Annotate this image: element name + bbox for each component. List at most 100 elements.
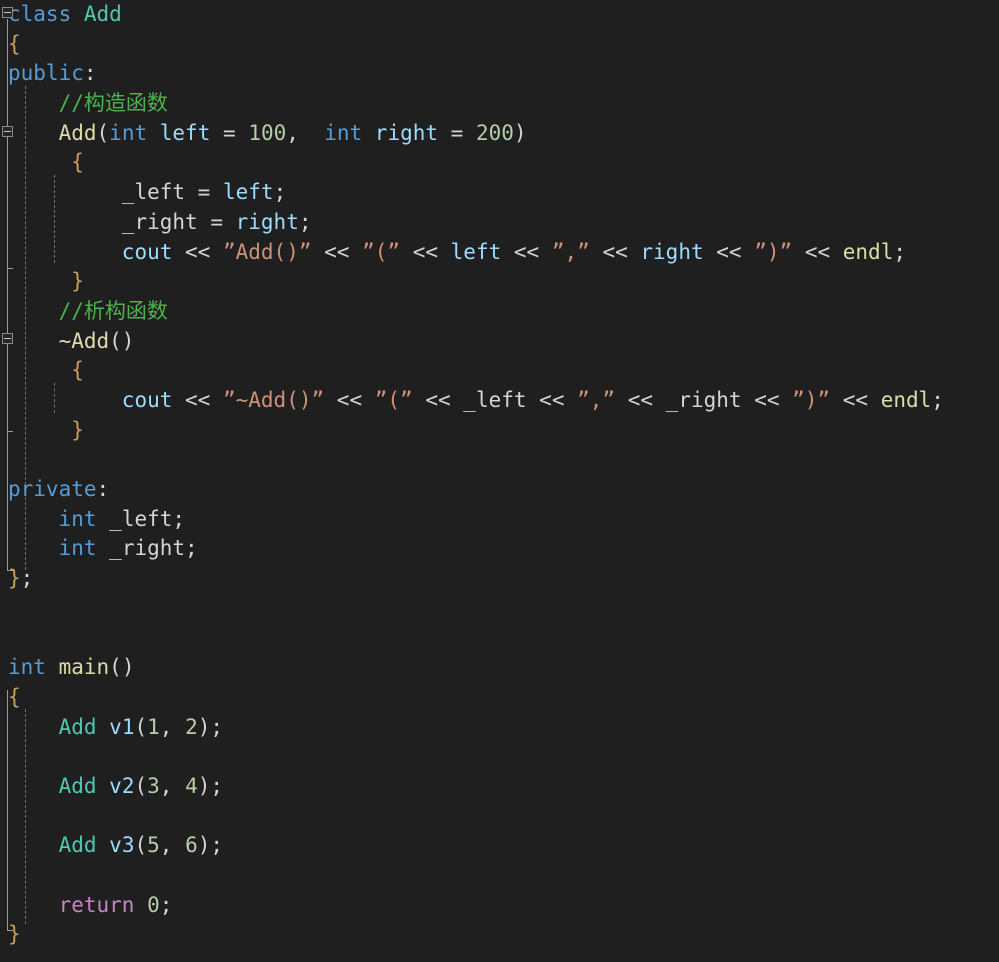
- semicolon-19: ;: [185, 536, 198, 561]
- arg-v1-0: 1: [147, 714, 160, 739]
- shift-op-c3: <<: [412, 239, 438, 264]
- semicolon-7: ;: [273, 180, 287, 205]
- semicolon-9: ;: [893, 239, 906, 264]
- string-comma-c: ”,”: [551, 239, 590, 264]
- shift-op-c2: <<: [324, 239, 350, 264]
- code-line-16[interactable]: [0, 445, 999, 475]
- code-line-28[interactable]: [0, 802, 999, 832]
- code-line-7[interactable]: _left = left;: [0, 178, 999, 208]
- paren-open-v3: (: [134, 833, 148, 858]
- fold-range-line-class: [7, 19, 8, 570]
- variable-v3: v3: [109, 833, 135, 858]
- code-line-1[interactable]: class Add: [0, 0, 999, 30]
- member-decl-right: _right: [109, 536, 186, 561]
- stream-endl-ctor: endl: [842, 239, 894, 264]
- semicolon-29: ;: [210, 833, 224, 858]
- shift-op-c6: <<: [716, 239, 742, 264]
- return-value: 0: [147, 892, 160, 917]
- code-line-23[interactable]: int main(): [0, 653, 999, 683]
- code-line-12[interactable]: ~Add(): [0, 327, 999, 357]
- fold-range-foot-main: [7, 930, 13, 931]
- colon-private: :: [96, 477, 110, 501]
- fold-marker-class-add[interactable]: [2, 7, 13, 18]
- fold-range-foot-destructor: [7, 431, 13, 432]
- fold-marker-constructor[interactable]: [2, 126, 13, 137]
- shift-op-d2: <<: [336, 387, 363, 412]
- type-add-v2: Add: [58, 773, 97, 798]
- code-line-4[interactable]: //构造函数: [0, 89, 999, 119]
- code-line-2[interactable]: {: [0, 30, 999, 60]
- arg-v1-1: 2: [185, 714, 198, 739]
- code-line-32[interactable]: }: [0, 920, 999, 950]
- string-open-paren-d: ”(”: [374, 387, 413, 412]
- fold-gutter[interactable]: [0, 0, 16, 962]
- code-line-31[interactable]: return 0;: [0, 891, 999, 921]
- shift-op-d7: <<: [842, 387, 869, 412]
- code-line-17[interactable]: private:: [0, 475, 999, 505]
- fold-range-line-destructor: [7, 345, 8, 431]
- paren-close-ctor: ): [513, 120, 527, 145]
- code-line-13[interactable]: {: [0, 356, 999, 386]
- code-line-26[interactable]: [0, 742, 999, 772]
- fold-marker-destructor[interactable]: [2, 333, 13, 344]
- variable-v2: v2: [109, 773, 135, 798]
- destructor-name: ~Add: [58, 328, 110, 353]
- code-line-25[interactable]: Add v1(1, 2);: [0, 713, 999, 743]
- assign-op-right: =: [210, 209, 223, 234]
- arg-v2-0: 3: [147, 773, 160, 798]
- shift-op-c5: <<: [602, 239, 628, 264]
- type-add-v3: Add: [58, 833, 97, 858]
- code-line-22[interactable]: [0, 623, 999, 653]
- paren-close-v3: ): [197, 833, 211, 858]
- paren-dtor: (): [109, 328, 135, 353]
- code-line-20[interactable]: };: [0, 564, 999, 594]
- shift-op-d1: <<: [185, 387, 211, 412]
- keyword-public: public: [8, 61, 84, 86]
- param-right: right: [374, 120, 439, 145]
- assign-op-left: =: [197, 180, 211, 205]
- string-dtor-call: ”~Add()”: [222, 387, 325, 412]
- member-right-out: _right: [665, 387, 742, 412]
- brace-open-ctor: {: [71, 150, 84, 175]
- code-line-10[interactable]: }: [0, 267, 999, 297]
- semicolon-31: ;: [159, 892, 173, 917]
- param-left-out: left: [450, 239, 502, 264]
- code-line-18[interactable]: int _left;: [0, 505, 999, 535]
- string-add-call: ”Add()”: [222, 239, 312, 264]
- code-line-30[interactable]: [0, 861, 999, 891]
- code-line-5[interactable]: Add(int left = 100, int right = 200): [0, 119, 999, 149]
- shift-op-c4: <<: [513, 239, 540, 264]
- shift-op-d3: <<: [425, 387, 451, 412]
- assign-op-p1: =: [223, 120, 236, 145]
- keyword-class: class: [8, 2, 72, 26]
- code-line-6[interactable]: {: [0, 148, 999, 178]
- param-left-rhs: left: [222, 180, 274, 205]
- string-comma-d: ”,”: [577, 387, 616, 412]
- param-right-out: right: [640, 239, 704, 264]
- code-editor[interactable]: class Add{public: //构造函数 Add(int left = …: [0, 0, 999, 962]
- paren-close-v1: ): [197, 714, 211, 739]
- member-right-assign: _right: [121, 209, 198, 234]
- arg-v3-0: 5: [147, 833, 160, 858]
- code-line-27[interactable]: Add v2(3, 4);: [0, 772, 999, 802]
- fold-range-foot-constructor: [7, 268, 13, 269]
- comma-params: ,: [286, 120, 299, 145]
- code-line-21[interactable]: [0, 594, 999, 624]
- shift-op-d5: <<: [627, 387, 654, 412]
- semicolon-18: ;: [172, 506, 186, 531]
- keyword-int-p1: int: [109, 120, 148, 145]
- code-line-14[interactable]: cout << ”~Add()” << ”(” << _left << ”,” …: [0, 386, 999, 416]
- param-right-rhs: right: [235, 209, 299, 234]
- code-line-9[interactable]: cout << ”Add()” << ”(” << left << ”,” <<…: [0, 238, 999, 268]
- code-line-24[interactable]: {: [0, 683, 999, 713]
- code-line-11[interactable]: //析构函数: [0, 297, 999, 327]
- code-line-3[interactable]: public:: [0, 59, 999, 89]
- code-line-8[interactable]: _right = right;: [0, 208, 999, 238]
- code-content[interactable]: class Add{public: //构造函数 Add(int left = …: [0, 0, 999, 950]
- stream-cout-dtor: cout: [121, 387, 173, 412]
- code-line-29[interactable]: Add v3(5, 6);: [0, 831, 999, 861]
- code-line-19[interactable]: int _right;: [0, 534, 999, 564]
- keyword-int-member-right: int: [58, 536, 97, 561]
- code-line-15[interactable]: }: [0, 416, 999, 446]
